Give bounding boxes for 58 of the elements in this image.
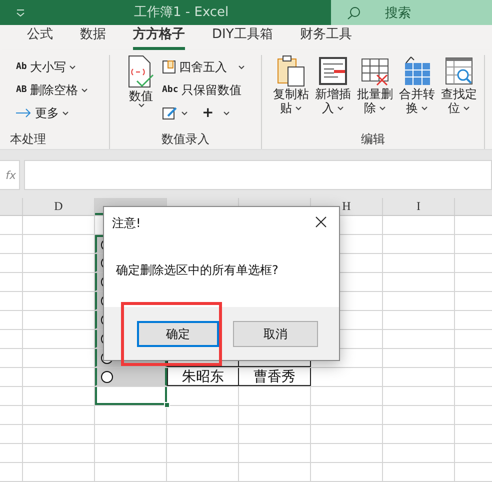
- close-icon: [315, 216, 327, 228]
- insert-row-icon: [318, 55, 348, 87]
- formula-field[interactable]: [24, 160, 492, 190]
- function-label[interactable]: fx: [0, 160, 20, 190]
- ribbon-button[interactable]: 复制粘 贴: [270, 55, 312, 132]
- caret-icon: [421, 106, 428, 110]
- group-label: 本处理: [10, 131, 46, 148]
- dialog-button[interactable]: 取消: [233, 321, 318, 347]
- ribbon-button[interactable]: 查找定 位: [438, 55, 480, 132]
- caret-icon: [222, 110, 230, 116]
- ribbon-tab[interactable]: 公式: [27, 25, 53, 50]
- radio-button[interactable]: [101, 370, 113, 382]
- caret-icon: [238, 64, 245, 70]
- caret-icon[interactable]: [16, 8, 25, 16]
- table-icon: [162, 60, 176, 74]
- merge-table-icon: [402, 55, 432, 87]
- caret-icon: [181, 110, 188, 116]
- ribbon-button[interactable]: AB 删除空格: [16, 80, 88, 100]
- arrow-icon: [16, 108, 32, 118]
- ribbon-tab[interactable]: DIY工具箱: [212, 25, 273, 50]
- dialog-button[interactable]: 确定: [137, 321, 219, 347]
- document-check-icon: [127, 55, 155, 89]
- table-cell: 曹香秀: [239, 368, 311, 386]
- caret-icon: [337, 106, 344, 110]
- ribbon-button[interactable]: 新增插 入: [312, 55, 354, 132]
- caret-icon: [80, 88, 88, 92]
- caret-icon: [138, 103, 144, 108]
- ribbon-button[interactable]: Ab 大小写: [16, 57, 88, 77]
- search-icon: [347, 6, 361, 20]
- caret-icon: [379, 106, 386, 110]
- ribbon-tab[interactable]: 财务工具: [300, 25, 352, 50]
- ribbon-button[interactable]: 批量删 除: [354, 55, 396, 132]
- ribbon-button[interactable]: 四舍五入: [162, 57, 245, 77]
- caret-icon: [295, 106, 302, 110]
- ribbon-button[interactable]: 数值: [126, 55, 156, 132]
- ribbon-button[interactable]: +: [202, 103, 230, 123]
- caret-icon: [68, 64, 76, 70]
- dialog-title: 注意!: [112, 214, 141, 232]
- selected-cell[interactable]: [95, 387, 167, 405]
- pencil-grid-icon: [162, 106, 178, 120]
- selected-cell[interactable]: [95, 368, 167, 386]
- dialog-message: 确定删除选区中的所有单选框?: [116, 263, 278, 277]
- column-header[interactable]: I: [383, 198, 455, 215]
- clipboard-icon: [276, 55, 306, 87]
- ribbon-button[interactable]: 更多: [16, 103, 88, 123]
- search-field[interactable]: 搜索: [331, 0, 492, 25]
- ribbon-tab[interactable]: 数据: [80, 25, 106, 50]
- window-title: 工作簿1 - Excel: [134, 4, 229, 21]
- fill-handle[interactable]: [164, 402, 170, 408]
- caret-icon: [62, 110, 69, 116]
- ribbon-button[interactable]: 合并转 换: [396, 55, 438, 132]
- group-label: 数值录入: [162, 131, 210, 148]
- table-cell: 朱昭东: [167, 368, 239, 386]
- group-label: 编辑: [361, 131, 385, 148]
- close-button[interactable]: [315, 216, 329, 230]
- caret-icon: [463, 106, 470, 110]
- find-table-icon: [444, 55, 474, 87]
- ribbon-button[interactable]: Abc 只保留数值: [162, 80, 245, 100]
